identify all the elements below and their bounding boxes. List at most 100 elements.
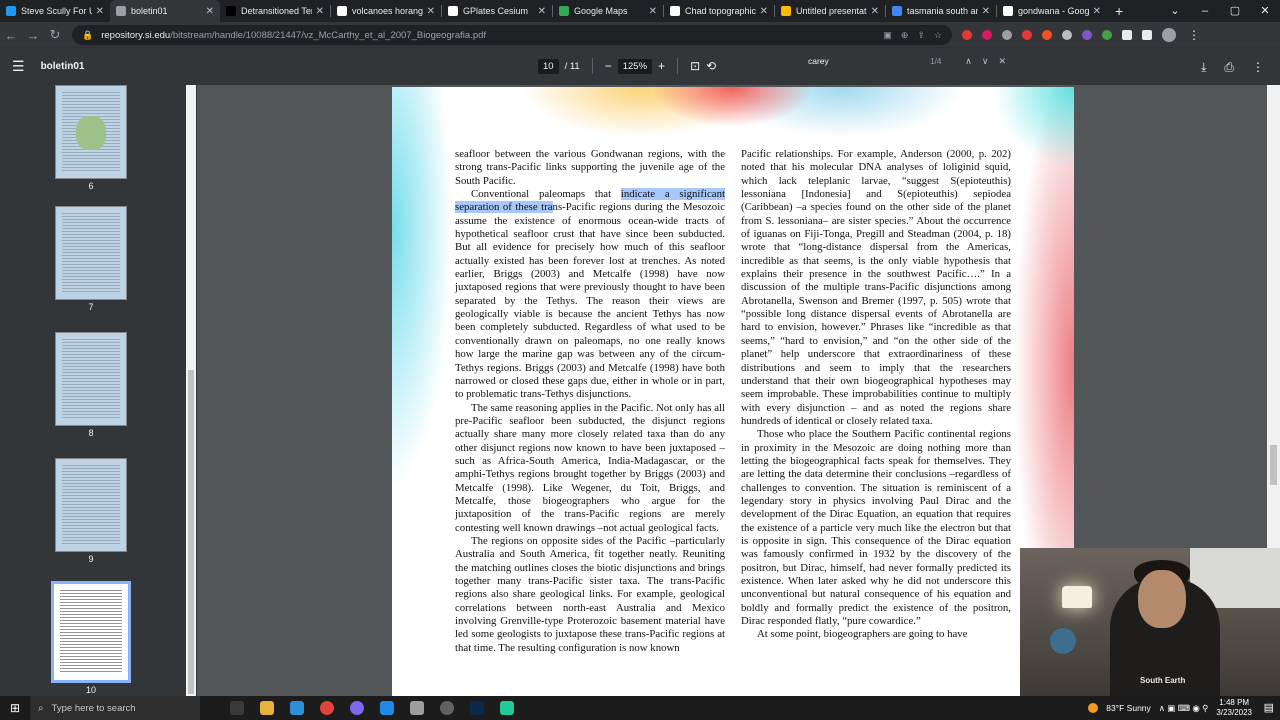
browser-tab[interactable]: gondwana - Goog ✕ (997, 0, 1107, 22)
zoom-input[interactable]: 125% (617, 58, 653, 74)
tab-close-icon[interactable]: ✕ (96, 6, 104, 17)
maximize-button[interactable]: ▢ (1220, 0, 1250, 22)
tab-favicon-icon (781, 6, 791, 16)
extension-icon[interactable] (962, 30, 972, 40)
tab-close-icon[interactable]: ✕ (538, 6, 546, 17)
app-icon[interactable] (500, 701, 514, 715)
profile-avatar[interactable] (1162, 28, 1176, 42)
close-window-button[interactable]: ✕ (1250, 0, 1280, 22)
extension-icon[interactable] (1022, 30, 1032, 40)
page-thumbnail[interactable] (55, 332, 127, 426)
forward-icon[interactable]: → (22, 28, 44, 43)
pinned-apps (230, 701, 514, 715)
sidebar-menu-icon[interactable]: ☰ (12, 58, 25, 75)
extensions-area (962, 30, 1152, 40)
weather-icon[interactable] (1088, 703, 1099, 713)
bookmark-star-icon[interactable]: ☆ (934, 30, 942, 41)
tab-favicon-icon (448, 6, 458, 16)
more-options-icon[interactable]: ⋮ (1252, 60, 1264, 75)
tab-close-icon[interactable]: ✕ (1093, 6, 1101, 17)
tab-close-icon[interactable]: ✕ (649, 6, 657, 17)
browser-tab[interactable]: boletin01 ✕ (110, 0, 220, 22)
tab-title: Google Maps (574, 6, 628, 16)
extension-icon[interactable] (1062, 30, 1072, 40)
clock[interactable]: 1:48 PM 3/23/2023 (1216, 698, 1252, 718)
tab-close-icon[interactable]: ✕ (760, 6, 768, 17)
file-explorer-icon[interactable] (260, 701, 274, 715)
extension-icon[interactable] (1082, 30, 1092, 40)
tab-close-icon[interactable]: ✕ (427, 6, 435, 17)
tab-list: Steve Scully For US✕boletin01✕Detransiti… (0, 0, 1107, 22)
zoom-in-icon[interactable]: + (658, 59, 665, 73)
omnibox-actions: ▣ ⊕ ⇪ ☆ (883, 30, 942, 41)
browser-tab[interactable]: tasmania south an ✕ (886, 0, 996, 22)
extension-icon[interactable] (1042, 30, 1052, 40)
page-thumbnail[interactable] (55, 85, 127, 179)
tab-close-icon[interactable]: ✕ (982, 6, 990, 17)
viewer-scroll-thumb[interactable] (1270, 445, 1277, 485)
edge-icon[interactable] (290, 701, 304, 715)
lock-icon[interactable]: 🔒 (82, 30, 93, 41)
sidebar-scroll-thumb[interactable] (188, 370, 194, 694)
find-next-icon[interactable]: ∨ (982, 56, 989, 67)
chrome-menu-icon[interactable]: ⋮ (1188, 28, 1200, 42)
notification-icon[interactable]: ▤ (1264, 701, 1274, 714)
settings-icon[interactable] (410, 701, 424, 715)
page-thumbnail[interactable] (55, 206, 127, 300)
browser-tab[interactable]: volcanoes horang ✕ (331, 0, 441, 22)
page-thumbnail[interactable] (51, 581, 131, 683)
find-count: 1/4 (930, 56, 942, 66)
paragraph: seafloor between the various Gondwanan r… (455, 148, 725, 187)
tray-icons[interactable]: ∧ ▣ ⌨ ◉ ⚲ (1159, 703, 1209, 714)
back-icon[interactable]: ← (0, 28, 22, 43)
side-panel-icon[interactable] (1142, 30, 1152, 40)
find-previous-icon[interactable]: ∧ (965, 56, 972, 67)
obs-icon[interactable] (350, 701, 364, 715)
zoom-icon[interactable]: ⊕ (901, 30, 909, 41)
find-close-icon[interactable]: ✕ (998, 56, 1006, 67)
browser-tab[interactable]: Steve Scully For US ✕ (0, 0, 110, 22)
fit-page-icon[interactable]: ⊡ (690, 59, 700, 73)
download-icon[interactable]: ⤓ (1201, 60, 1206, 75)
rotate-icon[interactable]: ⟲ (706, 59, 716, 73)
thumbnail-sidebar: 6 7 8 9 10 (0, 85, 197, 696)
sidebar-scrollbar[interactable] (186, 85, 196, 696)
browser-toolbar: ← → ↻ 🔒 repository.si.edu/bitstream/hand… (0, 22, 1280, 48)
weather-text[interactable]: 83°F Sunny (1106, 703, 1151, 713)
browser-tab[interactable]: Untitled presentat ✕ (775, 0, 885, 22)
share-icon[interactable]: ⇪ (917, 30, 925, 41)
app-icon[interactable] (440, 701, 454, 715)
browser-tab[interactable]: GPlates Cesium ✕ (442, 0, 552, 22)
new-tab-button[interactable]: + (1115, 3, 1123, 19)
thumbnail-page-number: 9 (88, 554, 94, 564)
tab-close-icon[interactable]: ✕ (206, 6, 214, 17)
extension-icon[interactable] (1002, 30, 1012, 40)
browser-tab[interactable]: Detransitioned Ter ✕ (220, 0, 330, 22)
page-number-input[interactable]: 10 (538, 58, 559, 74)
thumbnail-page-number: 6 (88, 181, 94, 191)
app-icon[interactable] (380, 701, 394, 715)
minimize-button[interactable]: – (1190, 0, 1220, 22)
browser-tab[interactable]: Chad topographic ✕ (664, 0, 774, 22)
zoom-out-icon[interactable]: − (605, 59, 612, 73)
reload-icon[interactable]: ↻ (44, 27, 66, 43)
browser-tab[interactable]: Google Maps ✕ (553, 0, 663, 22)
tab-search-icon[interactable]: ⌄ (1160, 0, 1190, 22)
taskbar-search[interactable]: ⌕ Type here to search (30, 696, 200, 720)
thumbnail-figure (76, 116, 106, 150)
system-tray: 83°F Sunny ∧ ▣ ⌨ ◉ ⚲ 1:48 PM 3/23/2023 (1088, 696, 1252, 720)
open-in-app-icon[interactable]: ▣ (883, 30, 892, 41)
print-icon[interactable]: ⎙ (1224, 60, 1234, 75)
extension-icon[interactable] (1102, 30, 1112, 40)
windows-start-icon[interactable]: ⊞ (0, 701, 30, 715)
puzzle-icon[interactable] (1122, 30, 1132, 40)
chrome-icon[interactable] (320, 701, 334, 715)
tab-close-icon[interactable]: ✕ (871, 6, 879, 17)
task-view-icon[interactable] (230, 701, 244, 715)
find-input[interactable]: carey (808, 56, 930, 66)
tab-close-icon[interactable]: ✕ (316, 6, 324, 17)
photoshop-icon[interactable] (470, 701, 484, 715)
extension-icon[interactable] (982, 30, 992, 40)
page-thumbnail[interactable] (55, 458, 127, 552)
address-bar[interactable]: 🔒 repository.si.edu/bitstream/handle/100… (72, 25, 952, 45)
